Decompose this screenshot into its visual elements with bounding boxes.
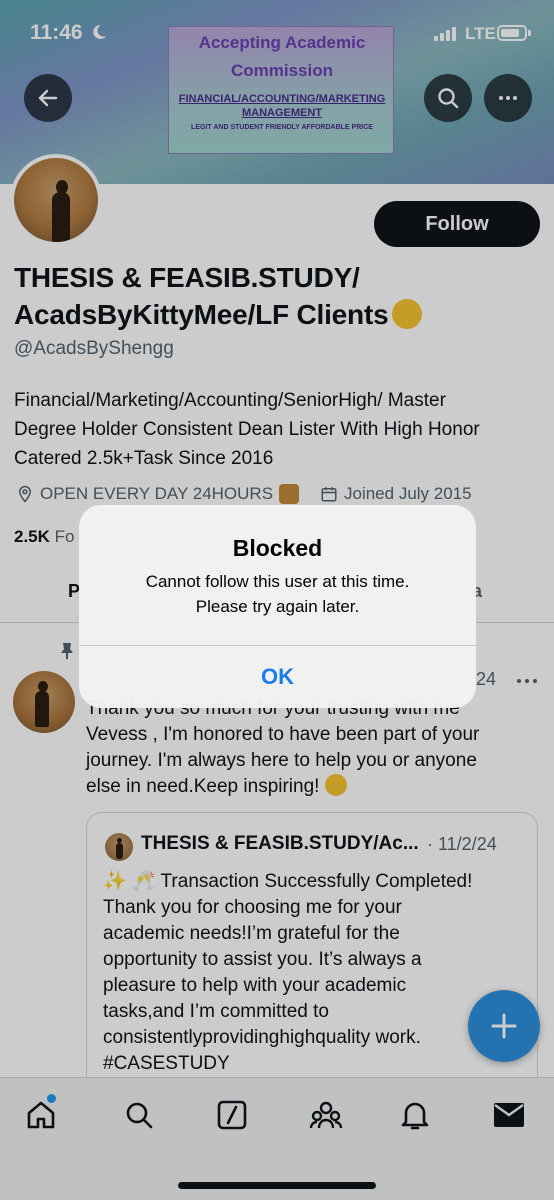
alert-title: Blocked <box>232 535 323 561</box>
alert-message: Cannot follow this user at this time. Pl… <box>99 569 456 619</box>
blocked-alert-dialog: Blocked Cannot follow this user at this … <box>79 505 476 708</box>
alert-message-line2: Please try again later. <box>195 597 360 616</box>
alert-ok-button[interactable]: OK <box>79 646 476 708</box>
alert-message-line1: Cannot follow this user at this time. <box>145 572 410 591</box>
